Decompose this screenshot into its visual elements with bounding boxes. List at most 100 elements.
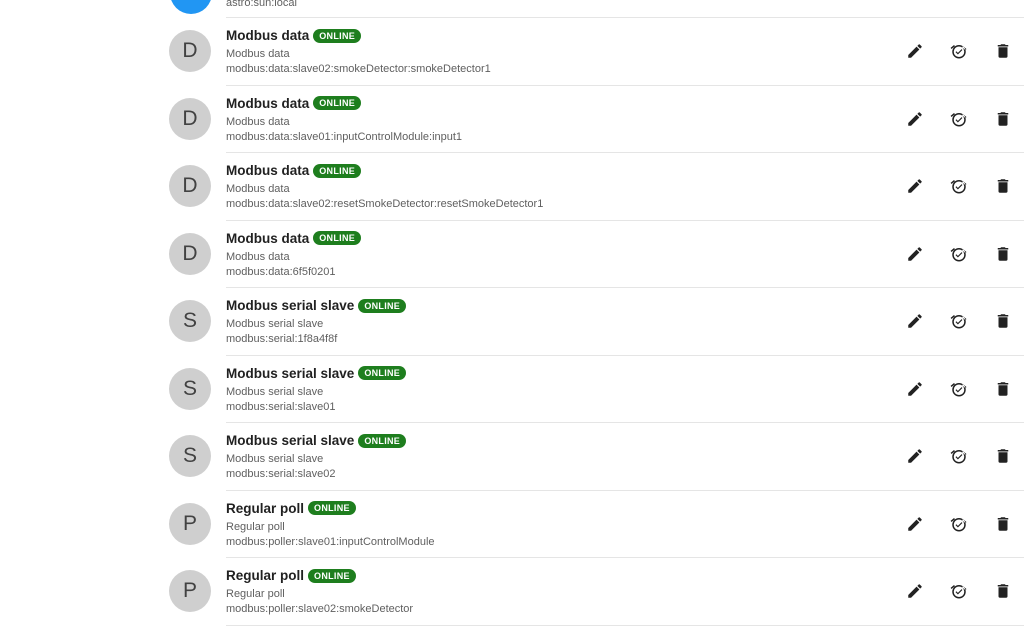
pencil-icon xyxy=(908,381,922,396)
avatar: P xyxy=(169,570,211,612)
schedule-button[interactable] xyxy=(945,510,973,538)
thing-label: Regular poll xyxy=(226,520,285,533)
list-item[interactable]: D Modbus data ONLINE Modbus data modbus:… xyxy=(0,153,1024,221)
list-item[interactable]: S Modbus serial slave ONLINE Modbus seri… xyxy=(0,288,1024,356)
thing-uid: modbus:poller:slave02:smokeDetector xyxy=(226,603,414,615)
alarm-clock-icon xyxy=(950,517,967,531)
status-badge: ONLINE xyxy=(313,96,362,110)
list-item[interactable]: P Regular poll ONLINE Regular poll modbu… xyxy=(0,491,1024,558)
trash-icon xyxy=(997,449,1009,463)
list-item[interactable]: S Modbus serial slave ONLINE Modbus seri… xyxy=(0,356,1024,423)
title-row: Modbus data ONLINE xyxy=(226,28,362,43)
avatar: D xyxy=(169,97,211,140)
delete-button[interactable] xyxy=(989,307,1017,335)
status-badge: ONLINE xyxy=(358,433,407,448)
trash-icon xyxy=(997,44,1009,58)
thing-title: Modbus data xyxy=(226,95,310,111)
delete-button[interactable] xyxy=(989,105,1017,133)
avatar: S xyxy=(169,435,211,477)
thing-title: Regular poll xyxy=(226,568,305,583)
schedule-button[interactable] xyxy=(945,442,973,470)
alarm-clock-icon xyxy=(950,179,967,194)
trash-icon xyxy=(997,179,1009,193)
trash-icon xyxy=(997,314,1009,328)
thing-uid: modbus:data:slave02:smokeDetector:smokeD… xyxy=(226,63,491,75)
title-row: Modbus serial slave ONLINE xyxy=(226,365,407,381)
pencil-icon xyxy=(908,584,922,598)
divider xyxy=(226,624,1024,626)
status-badge: ONLINE xyxy=(313,28,362,43)
pencil-icon xyxy=(908,449,922,463)
schedule-button[interactable] xyxy=(945,375,973,403)
delete-button[interactable] xyxy=(989,577,1017,605)
delete-button[interactable] xyxy=(989,510,1017,538)
avatar: P xyxy=(169,502,211,545)
alarm-clock-icon xyxy=(950,247,967,261)
pencil-icon xyxy=(908,516,922,531)
edit-button[interactable] xyxy=(901,240,929,268)
pencil-icon xyxy=(908,314,922,328)
title-row: Modbus serial slave ONLINE xyxy=(226,433,407,448)
trash-icon xyxy=(997,381,1009,396)
edit-button[interactable] xyxy=(901,105,929,133)
avatar: S xyxy=(169,300,211,342)
delete-button[interactable] xyxy=(989,172,1017,200)
schedule-button[interactable] xyxy=(945,37,973,65)
alarm-clock-icon xyxy=(950,112,967,126)
thing-label: Modbus data xyxy=(226,250,290,263)
thing-title: Regular poll xyxy=(226,500,305,516)
thing-title: Modbus data xyxy=(226,230,310,246)
thing-title: Modbus serial slave xyxy=(226,365,355,381)
list-item[interactable]: P Regular poll ONLINE Regular poll modbu… xyxy=(0,558,1024,626)
thing-uid: modbus:serial:slave02 xyxy=(226,468,336,480)
schedule-button[interactable] xyxy=(945,105,973,133)
delete-button[interactable] xyxy=(989,442,1017,470)
list-item[interactable]: D Modbus data ONLINE Modbus data modbus:… xyxy=(0,221,1024,288)
thing-uid: modbus:data:6f5f0201 xyxy=(226,265,336,278)
edit-button[interactable] xyxy=(901,37,929,65)
delete-button[interactable] xyxy=(989,240,1017,268)
alarm-clock-icon xyxy=(950,314,967,329)
trash-icon xyxy=(997,584,1009,598)
edit-button[interactable] xyxy=(901,442,929,470)
thing-title: Modbus data xyxy=(226,163,310,178)
avatar: D xyxy=(169,165,211,207)
schedule-button[interactable] xyxy=(945,240,973,268)
trash-icon xyxy=(997,516,1009,531)
edit-button[interactable] xyxy=(901,172,929,200)
list-item[interactable]: S Modbus serial slave ONLINE Modbus seri… xyxy=(0,423,1024,491)
title-row: Regular poll ONLINE xyxy=(226,501,356,516)
title-row: Modbus data ONLINE xyxy=(226,95,362,111)
thing-uid: astro:sun:local xyxy=(226,0,297,9)
pencil-icon xyxy=(908,246,922,261)
thing-label: Regular poll xyxy=(226,588,285,600)
schedule-button[interactable] xyxy=(945,577,973,605)
delete-button[interactable] xyxy=(989,375,1017,403)
schedule-button[interactable] xyxy=(945,172,973,200)
pencil-icon xyxy=(908,44,922,58)
schedule-button[interactable] xyxy=(945,307,973,335)
pencil-icon xyxy=(908,179,922,193)
edit-button[interactable] xyxy=(901,375,929,403)
list-item[interactable]: D Modbus data ONLINE Modbus data modbus:… xyxy=(0,86,1024,153)
edit-button[interactable] xyxy=(901,307,929,335)
alarm-clock-icon xyxy=(950,449,967,464)
thing-label: Modbus data xyxy=(226,183,290,195)
title-row: Modbus data ONLINE xyxy=(226,163,362,178)
thing-title: Modbus serial slave xyxy=(226,298,355,313)
edit-button[interactable] xyxy=(901,577,929,605)
edit-button[interactable] xyxy=(901,510,929,538)
pencil-icon xyxy=(908,111,922,126)
alarm-clock-icon xyxy=(950,584,967,599)
list-item[interactable]: D Modbus data ONLINE Modbus data modbus:… xyxy=(0,18,1024,86)
status-badge: ONLINE xyxy=(358,366,407,380)
thing-uid: modbus:poller:slave01:inputControlModule xyxy=(226,535,435,548)
avatar: D xyxy=(169,232,211,275)
thing-label: Modbus data xyxy=(226,48,290,60)
status-badge: ONLINE xyxy=(358,298,407,313)
title-row: Modbus data ONLINE xyxy=(226,230,362,246)
status-badge: ONLINE xyxy=(308,501,356,515)
thing-label: Modbus data xyxy=(226,115,290,128)
delete-button[interactable] xyxy=(989,37,1017,65)
status-badge: ONLINE xyxy=(313,231,362,245)
